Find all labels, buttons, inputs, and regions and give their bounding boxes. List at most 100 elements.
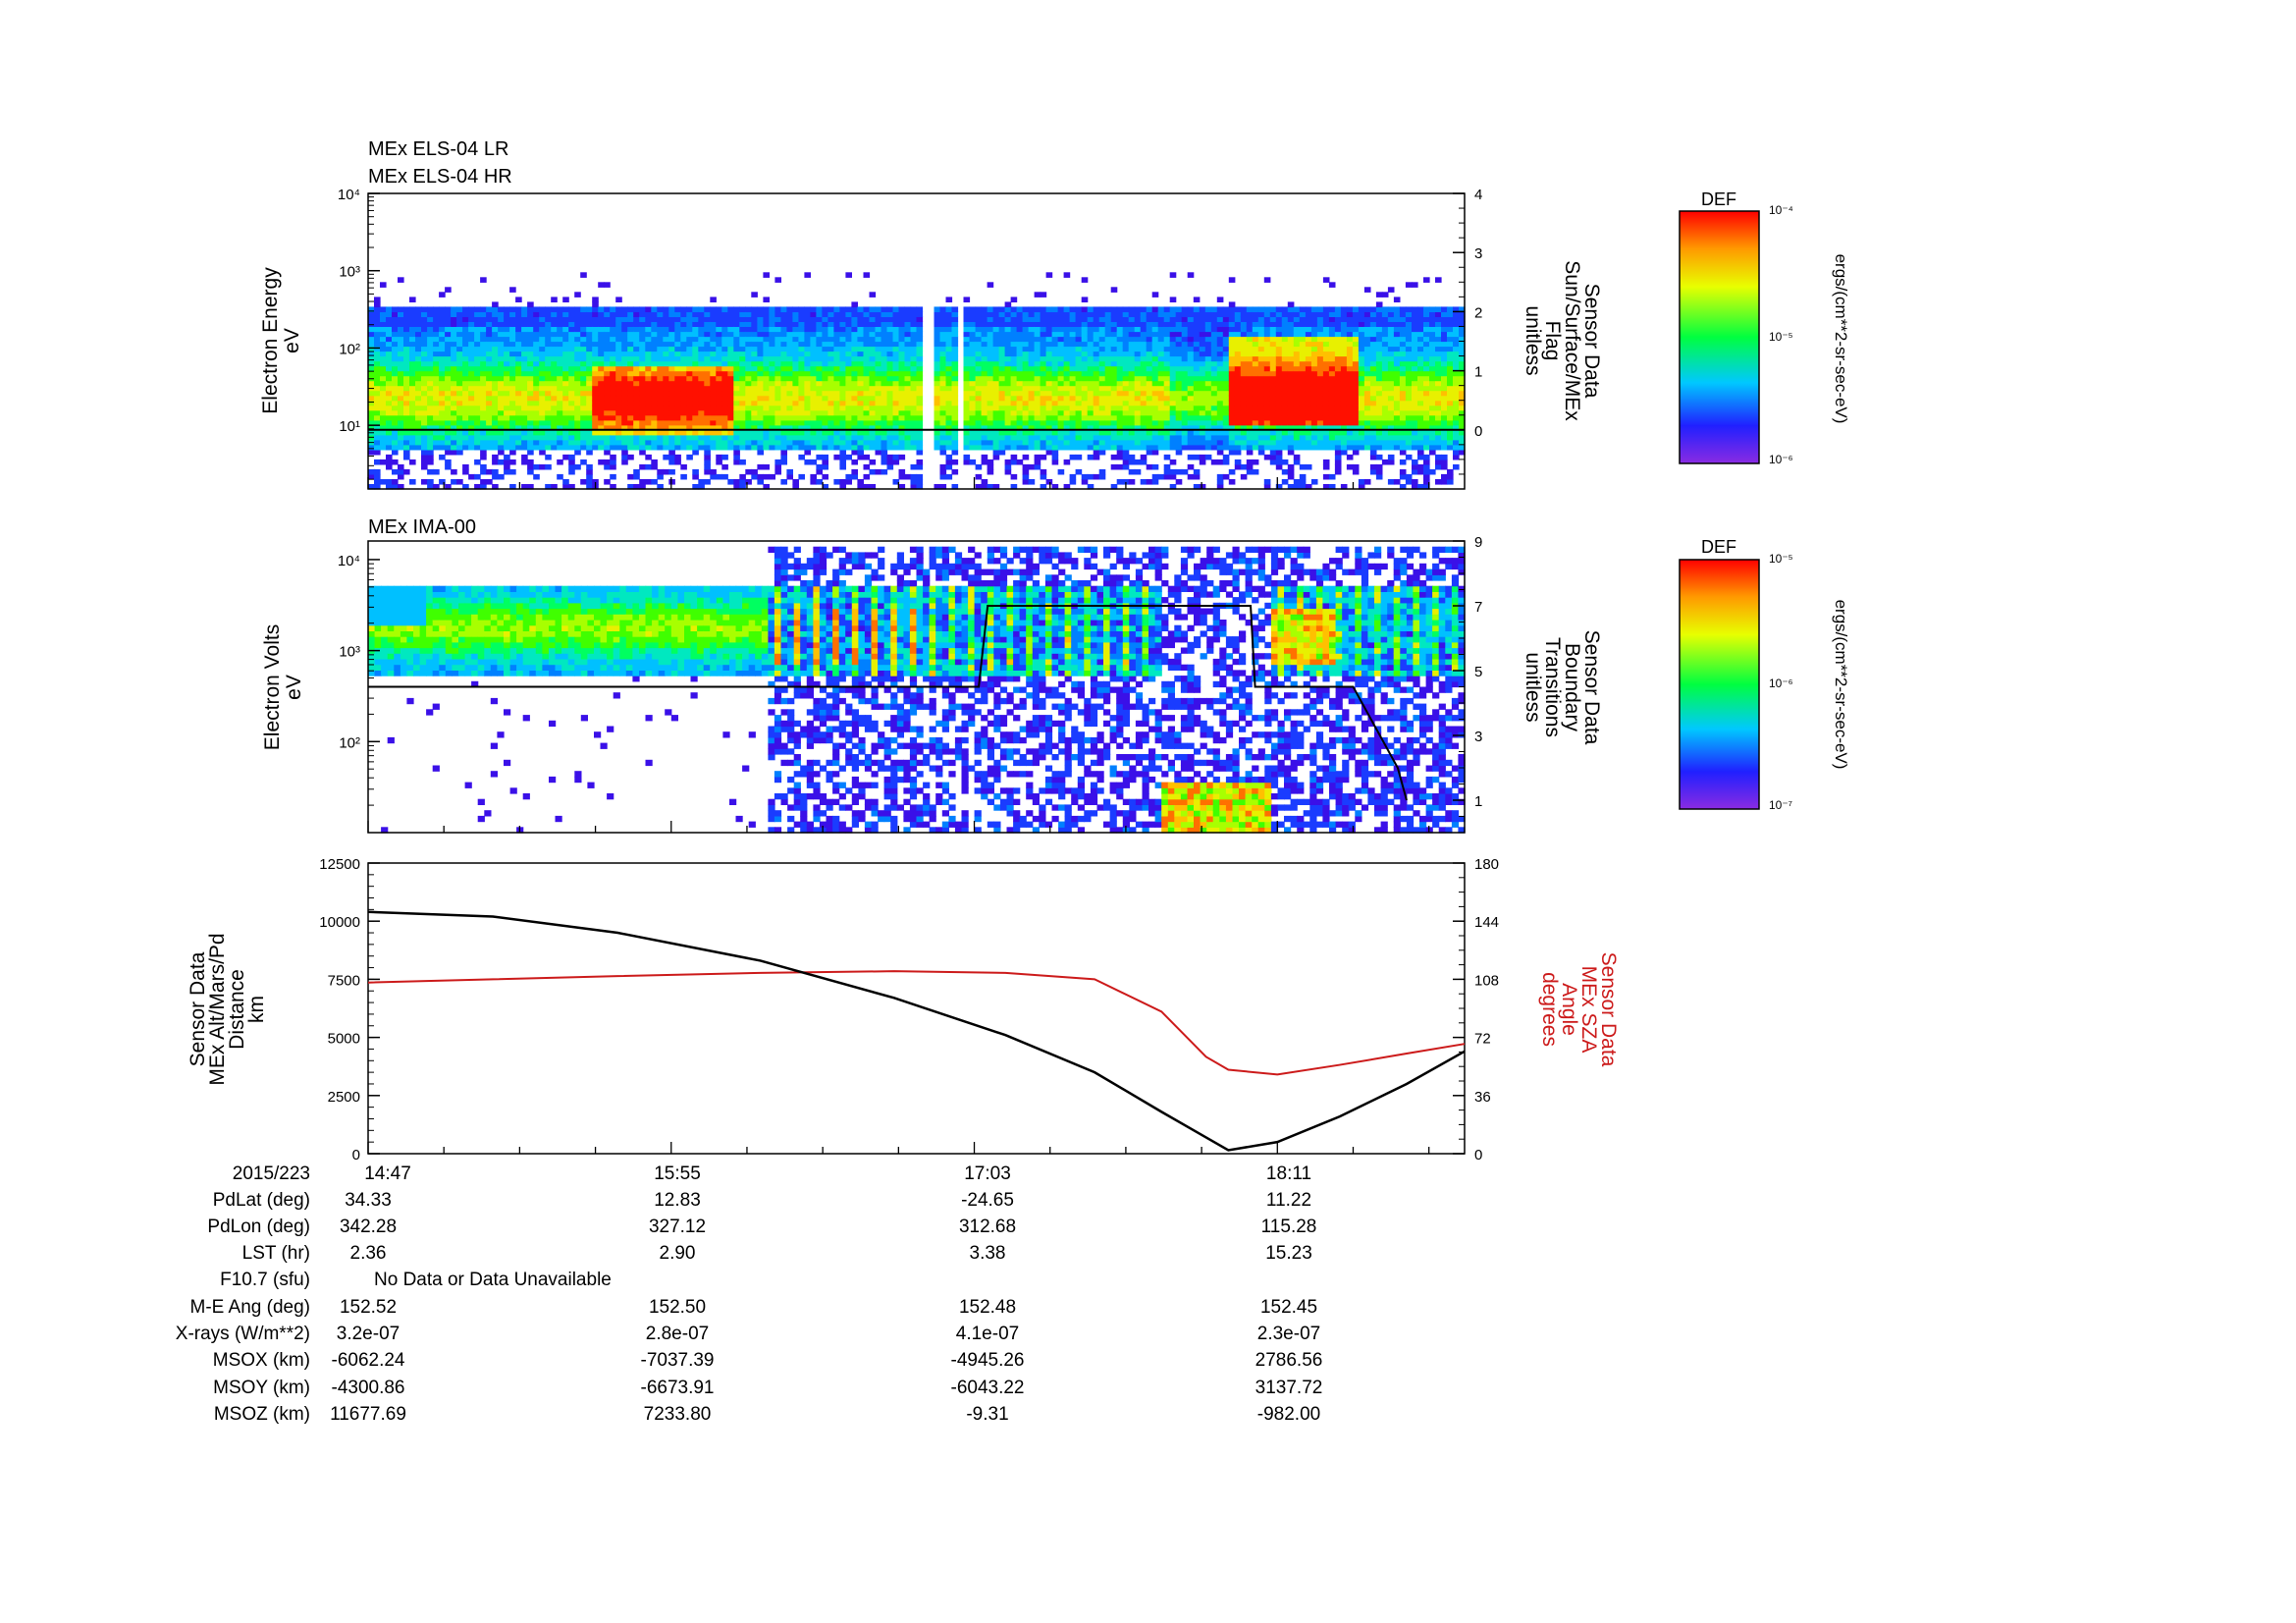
els-cell: [1204, 414, 1212, 421]
els-cell: [1151, 346, 1159, 352]
figure: MEx ELS-04 LR MEx ELS-04 HR 10⁴10³10²10¹…: [187, 138, 1850, 1163]
els-cell: [680, 375, 687, 382]
els-cell: [680, 321, 687, 327]
els-cell: [1269, 311, 1277, 317]
els-cell: [645, 331, 652, 338]
els-cell: [1281, 385, 1289, 392]
els-cell: [456, 400, 463, 406]
els-cell: [498, 355, 505, 362]
els-cell: [916, 346, 924, 352]
els-cell: [574, 395, 581, 402]
els-cell: [851, 351, 858, 357]
els-cell: [828, 444, 834, 451]
els-cell: [1069, 400, 1077, 406]
els-cell: [533, 375, 540, 382]
els-cell: [415, 311, 422, 317]
els-cell: [562, 355, 569, 362]
els-cell: [716, 346, 722, 352]
els-cell: [1022, 355, 1030, 362]
els-cell: [1269, 316, 1277, 322]
els-cell: [633, 390, 640, 397]
els-cell: [468, 341, 475, 348]
els-cell: [1093, 365, 1100, 372]
els-cell: [1093, 355, 1100, 362]
els-cell: [1051, 321, 1059, 327]
els-cell: [392, 355, 399, 362]
els-cell: [886, 321, 894, 327]
els-cell: [1199, 380, 1206, 387]
els-cell: [1163, 370, 1171, 377]
els-cell: [804, 346, 811, 352]
els-cell: [1098, 439, 1106, 446]
els-cell: [839, 434, 846, 441]
els-cell: [939, 449, 947, 456]
els-cell: [710, 400, 717, 406]
els-cell: [663, 355, 669, 362]
els-cell: [621, 316, 628, 322]
els-cell: [1140, 370, 1148, 377]
els-cell: [433, 385, 440, 392]
els-cell: [892, 326, 900, 333]
els-cell: [1140, 385, 1148, 392]
els-cell: [468, 351, 475, 357]
els-cell: [1034, 390, 1041, 397]
els-cell: [604, 316, 611, 322]
els-cell: [1075, 346, 1083, 352]
els-cell: [451, 434, 457, 441]
els-cell: [845, 311, 852, 317]
els-cell: [1246, 311, 1254, 317]
els-cell: [456, 341, 463, 348]
els-cell: [1263, 419, 1271, 426]
els-cell: [804, 385, 811, 392]
els-cell: [833, 326, 840, 333]
els-cell: [474, 336, 481, 343]
els-cell: [963, 370, 971, 377]
els-cell: [415, 351, 422, 357]
els-cell: [1128, 346, 1136, 352]
els-cell: [1163, 341, 1171, 348]
els-cell: [1175, 439, 1183, 446]
els-cell: [1057, 419, 1065, 426]
els-cell: [1246, 468, 1254, 475]
els-cell: [456, 316, 463, 322]
els-cell: [504, 454, 510, 460]
els-cell: [1010, 351, 1018, 357]
els-cell: [810, 380, 817, 387]
els-cell: [1269, 439, 1277, 446]
els-cell: [633, 321, 640, 327]
els-cell: [786, 385, 793, 392]
els-cell: [1263, 331, 1271, 338]
els-cell: [421, 346, 428, 352]
els-cell: [527, 449, 534, 456]
els-cell: [574, 365, 581, 372]
els-cell: [739, 355, 746, 362]
els-cell: [621, 380, 628, 387]
els-cell: [462, 341, 469, 348]
els-cell: [1045, 341, 1053, 348]
els-cell: [657, 385, 664, 392]
els-cell: [1028, 326, 1036, 333]
els-cell: [486, 311, 493, 317]
els-cell: [727, 341, 734, 348]
els-cell: [857, 370, 864, 377]
els-cell: [1016, 341, 1024, 348]
els-cell: [403, 375, 410, 382]
els-cell: [1151, 385, 1159, 392]
els-cell: [733, 355, 740, 362]
els-cell: [804, 351, 811, 357]
els-cell: [562, 297, 569, 302]
els-panel: MEx ELS-04 LR MEx ELS-04 HR 10⁴10³10²10¹…: [259, 138, 1850, 490]
els-cell: [904, 360, 912, 367]
els-cell: [398, 419, 404, 426]
els-cell: [1228, 321, 1236, 327]
els-cell: [1098, 341, 1106, 348]
els-cell: [392, 370, 399, 377]
els-cell: [409, 479, 416, 485]
els-cell: [1157, 385, 1165, 392]
els-cell: [509, 336, 516, 343]
els-cell: [415, 439, 422, 446]
els-cell: [963, 459, 971, 465]
els-cell: [403, 336, 410, 343]
els-cell: [810, 459, 817, 465]
els-cell: [468, 419, 475, 426]
